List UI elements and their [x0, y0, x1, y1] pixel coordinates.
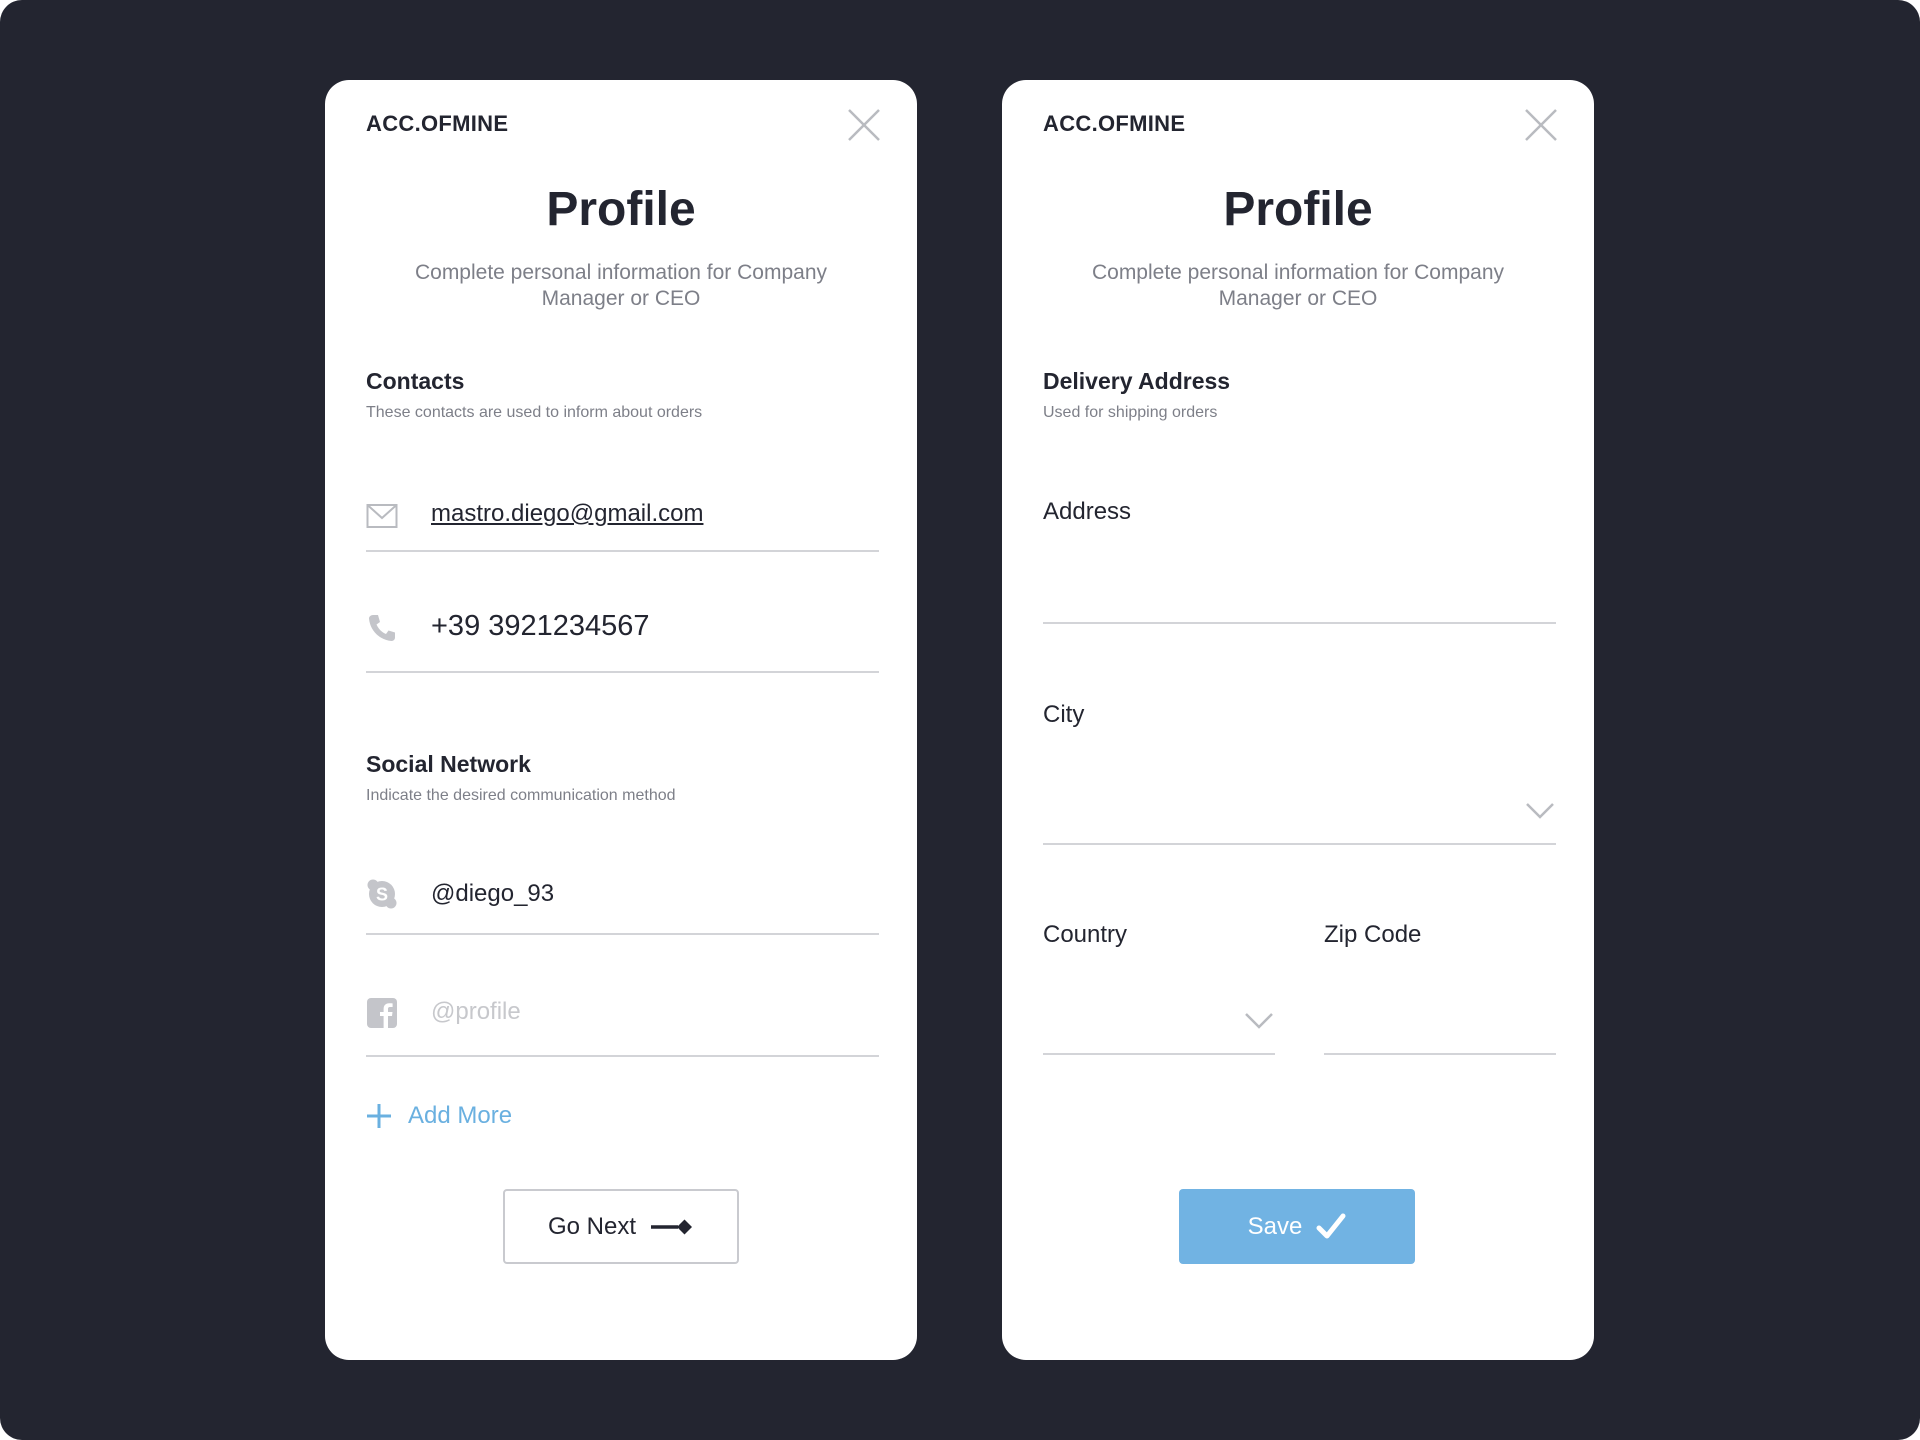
brand-logo: ACC.OFMINE	[1043, 111, 1186, 136]
delivery-section-title: Delivery Address	[1043, 368, 1231, 394]
phone-underline	[366, 671, 879, 673]
skype-underline	[366, 933, 879, 935]
contacts-section-title: Contacts	[366, 368, 465, 394]
country-label: Country	[1043, 921, 1128, 948]
svg-text:S: S	[376, 885, 388, 905]
phone-field[interactable]	[431, 610, 871, 643]
mail-icon	[366, 504, 398, 528]
social-section-title: Social Network	[366, 751, 531, 777]
save-button[interactable]: Save	[1179, 1189, 1415, 1264]
phone-icon	[369, 615, 395, 641]
city-label: City	[1043, 701, 1085, 728]
email-underline	[366, 550, 879, 552]
facebook-field[interactable]	[431, 998, 871, 1026]
zip-code-label: Zip Code	[1324, 921, 1422, 948]
contacts-section-description: These contacts are used to inform about …	[366, 404, 703, 421]
address-label: Address	[1043, 498, 1132, 525]
chevron-down-icon[interactable]	[1525, 802, 1555, 820]
skype-icon: S	[367, 879, 397, 909]
skype-field[interactable]	[431, 880, 871, 908]
plus-icon	[367, 1104, 391, 1128]
profile-contacts-card: ACC.OFMINE Profile Complete personal inf…	[325, 80, 917, 1360]
brand-logo: ACC.OFMINE	[366, 111, 509, 136]
go-next-button[interactable]: Go Next	[503, 1189, 739, 1264]
address-underline	[1043, 622, 1556, 624]
city-select[interactable]	[1043, 805, 1503, 833]
page-title: Profile	[1223, 183, 1373, 236]
check-icon	[1316, 1213, 1346, 1238]
zip-code-underline	[1324, 1053, 1556, 1055]
page-subtitle: Complete personal information for Compan…	[1091, 261, 1505, 310]
facebook-underline	[366, 1055, 879, 1057]
country-underline	[1043, 1053, 1275, 1055]
arrow-right-icon	[651, 1219, 693, 1234]
zip-code-input[interactable]	[1324, 1015, 1556, 1043]
page-title: Profile	[546, 183, 696, 236]
social-section-description: Indicate the desired communication metho…	[366, 787, 676, 804]
close-icon[interactable]	[847, 108, 881, 142]
profile-delivery-card: ACC.OFMINE Profile Complete personal inf…	[1002, 80, 1594, 1360]
page-subtitle: Complete personal information for Compan…	[414, 261, 828, 310]
country-select[interactable]	[1043, 1015, 1223, 1043]
chevron-down-icon[interactable]	[1244, 1012, 1274, 1030]
email-field[interactable]	[431, 500, 871, 528]
save-label: Save	[1247, 1212, 1303, 1240]
go-next-label: Go Next	[547, 1212, 637, 1240]
add-more-label: Add More	[408, 1102, 513, 1129]
delivery-section-description: Used for shipping orders	[1043, 404, 1218, 421]
add-more-button[interactable]: Add More	[366, 1102, 512, 1130]
city-underline	[1043, 843, 1556, 845]
close-icon[interactable]	[1524, 108, 1558, 142]
address-input[interactable]	[1043, 620, 1556, 648]
facebook-icon	[367, 998, 397, 1028]
app-background: ACC.OFMINE Profile Complete personal inf…	[0, 0, 1920, 1440]
